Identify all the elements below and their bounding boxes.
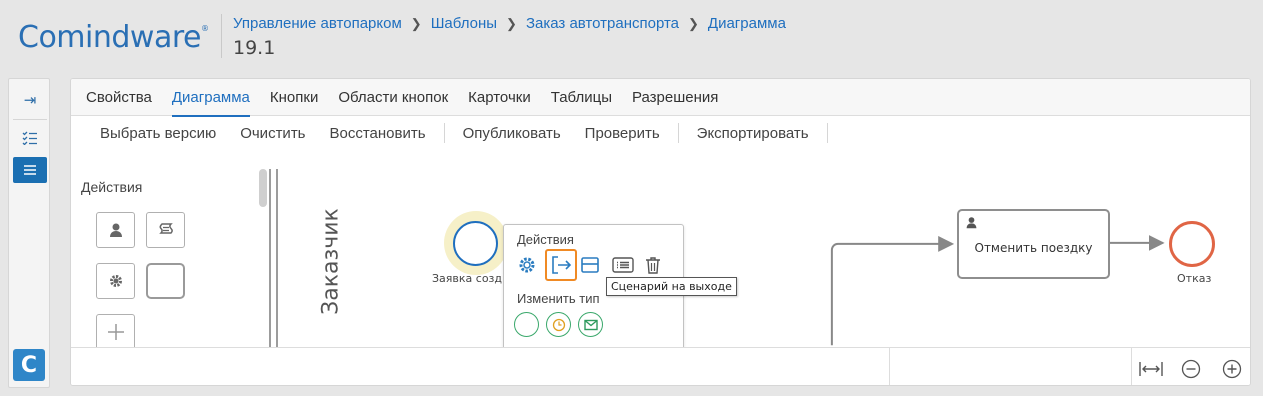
restore-button[interactable]: Восстановить xyxy=(318,125,438,142)
add-element-tool[interactable] xyxy=(96,314,135,350)
gear-icon[interactable] xyxy=(515,253,539,277)
list-icon[interactable] xyxy=(13,157,47,183)
expand-panel-icon[interactable]: ⇥ xyxy=(13,87,47,113)
lane-label: Заказчик xyxy=(318,208,344,315)
timer-event-icon[interactable] xyxy=(546,312,571,337)
tab-properties[interactable]: Свойства xyxy=(86,79,152,116)
end-event-label: Отказ xyxy=(1177,272,1212,285)
cancel-trip-task[interactable]: Отменить поездку xyxy=(957,209,1110,279)
breadcrumb: Управление автопарком ❯ Шаблоны ❯ Заказ … xyxy=(233,15,786,32)
list-icon[interactable] xyxy=(611,253,635,277)
clear-button[interactable]: Очистить xyxy=(228,125,317,142)
bottom-bar xyxy=(71,347,1250,385)
service-task-tool[interactable] xyxy=(96,263,135,299)
script-task-tool[interactable] xyxy=(146,212,185,248)
script-icon xyxy=(158,223,173,234)
change-type-title: Изменить тип xyxy=(517,291,600,306)
breadcrumb-templates[interactable]: Шаблоны xyxy=(431,15,497,32)
event-type-none-icon[interactable] xyxy=(514,312,539,337)
validate-button[interactable]: Проверить xyxy=(573,125,672,142)
user-icon xyxy=(966,217,977,229)
tooltip: Сценарий на выходе xyxy=(606,277,737,296)
tab-buttons[interactable]: Кнопки xyxy=(270,79,318,116)
app-logo-icon[interactable]: C xyxy=(13,349,45,381)
left-rail: ⇥ C xyxy=(8,78,50,388)
breadcrumb-fleet[interactable]: Управление автопарком xyxy=(233,15,402,32)
bottom-divider xyxy=(889,348,890,385)
palette-scrollbar[interactable] xyxy=(259,169,267,207)
plus-icon xyxy=(107,324,124,340)
trash-icon[interactable] xyxy=(641,253,665,277)
chevron-right-icon: ❯ xyxy=(410,15,422,31)
sequence-flow[interactable] xyxy=(830,235,955,346)
actions-title: Действия xyxy=(517,232,574,247)
export-button[interactable]: Экспортировать xyxy=(685,125,821,142)
breadcrumb-order[interactable]: Заказ автотранспорта xyxy=(526,15,679,32)
layout-icon[interactable] xyxy=(578,253,602,277)
tab-cards[interactable]: Карточки xyxy=(468,79,531,116)
main-panel: Свойства Диаграмма Кнопки Области кнопок… xyxy=(70,78,1251,386)
start-event[interactable] xyxy=(453,221,498,266)
comindware-logo: Comindware® xyxy=(18,20,209,55)
zoom-out-icon[interactable] xyxy=(1179,357,1203,381)
chevron-right-icon: ❯ xyxy=(506,15,517,31)
tab-button-areas[interactable]: Области кнопок xyxy=(338,79,448,116)
tab-diagram[interactable]: Диаграмма xyxy=(171,79,250,117)
end-event[interactable] xyxy=(1169,221,1215,267)
gear-icon xyxy=(109,275,122,287)
version-number: 19.1 xyxy=(233,37,276,59)
message-event-icon[interactable] xyxy=(578,312,603,337)
tab-bar: Свойства Диаграмма Кнопки Области кнопок… xyxy=(71,79,1250,117)
start-event-label: Заявка созд xyxy=(432,272,503,285)
select-version-button[interactable]: Выбрать версию xyxy=(88,125,228,142)
header-divider xyxy=(221,14,222,58)
rail-divider xyxy=(13,119,47,120)
breadcrumb-diagram[interactable]: Диаграмма xyxy=(708,15,786,32)
fit-width-icon[interactable] xyxy=(1139,357,1163,381)
user-icon xyxy=(109,223,122,237)
bottom-divider xyxy=(1131,348,1132,385)
user-task-tool[interactable] xyxy=(96,212,135,248)
diagram-toolbar: Выбрать версию Очистить Восстановить Опу… xyxy=(88,123,834,143)
task-tool[interactable] xyxy=(146,263,185,299)
tab-tables[interactable]: Таблицы xyxy=(551,79,612,116)
publish-button[interactable]: Опубликовать xyxy=(451,125,573,142)
toolbar-divider xyxy=(443,123,445,143)
toolbar-divider xyxy=(677,123,679,143)
chevron-right-icon: ❯ xyxy=(688,15,699,31)
toolbar-divider xyxy=(826,123,828,143)
palette-title: Действия xyxy=(81,179,143,195)
zoom-in-icon[interactable] xyxy=(1220,357,1244,381)
exit-script-icon[interactable] xyxy=(545,249,577,281)
checklist-icon[interactable] xyxy=(13,125,47,151)
tab-permissions[interactable]: Разрешения xyxy=(632,79,718,116)
task-title: Отменить поездку xyxy=(974,241,1093,255)
